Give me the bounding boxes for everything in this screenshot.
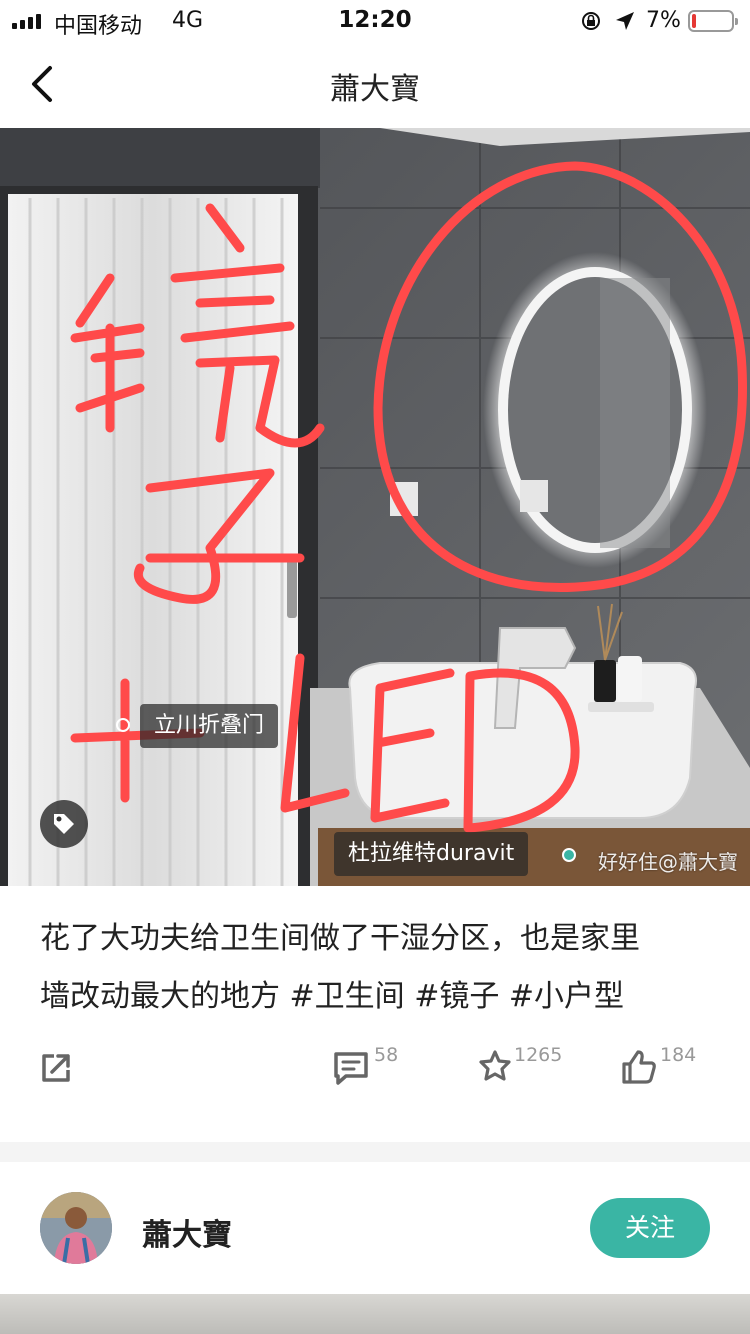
favorite-count: 1265 (514, 1044, 563, 1066)
avatar[interactable] (40, 1192, 112, 1264)
battery-fill (692, 14, 696, 28)
battery-icon (688, 10, 738, 32)
bathroom-photo (0, 128, 750, 886)
clock: 12:20 (338, 7, 412, 33)
like-count: 184 (660, 1044, 697, 1066)
status-bar: 中国移动 4G 12:20 7% (0, 0, 750, 42)
comment-icon[interactable] (332, 1050, 370, 1086)
post-text-line: 墙改动最大的地方 #卫生间 #镜子 #小户型 (40, 979, 625, 1014)
photo-watermark: 好好住@蕭大寶 (598, 850, 738, 874)
next-photo-preview (0, 1294, 750, 1334)
action-bar: 58 1265 184 (0, 1040, 750, 1100)
battery-percent: 7% (646, 8, 681, 33)
follow-button[interactable]: 关注 (590, 1198, 710, 1258)
tag-icon (54, 814, 74, 834)
author-row: 蕭大寶 关注 (0, 1162, 750, 1292)
location-arrow-icon (616, 12, 634, 30)
avatar-image (40, 1192, 112, 1264)
author-name[interactable]: 蕭大寶 (142, 1210, 232, 1254)
product-tag-dot (562, 848, 576, 862)
nav-bar: 蕭大寶 (0, 42, 750, 128)
star-icon[interactable] (478, 1048, 512, 1084)
post-photo[interactable]: 立川折叠门 杜拉维特duravit 好好住@蕭大寶 (0, 128, 750, 886)
share-icon[interactable] (38, 1050, 74, 1086)
product-tag-folding-door[interactable]: 立川折叠门 (140, 704, 279, 748)
tag-toggle-button[interactable] (40, 800, 88, 848)
post-body: 花了大功夫给卫生间做了干湿分区，也是家里 墙改动最大的地方 #卫生间 #镜子 #… (40, 910, 710, 1026)
product-tag-dot (116, 718, 130, 732)
comment-count: 58 (374, 1044, 399, 1066)
thumbs-up-icon[interactable] (620, 1048, 658, 1086)
section-divider (0, 1142, 750, 1162)
page-title: 蕭大寶 (330, 72, 420, 107)
product-tag-duravit[interactable]: 杜拉维特duravit (334, 832, 529, 876)
post-text-line: 花了大功夫给卫生间做了干湿分区，也是家里 (40, 921, 640, 956)
rotation-lock-icon (582, 12, 600, 30)
